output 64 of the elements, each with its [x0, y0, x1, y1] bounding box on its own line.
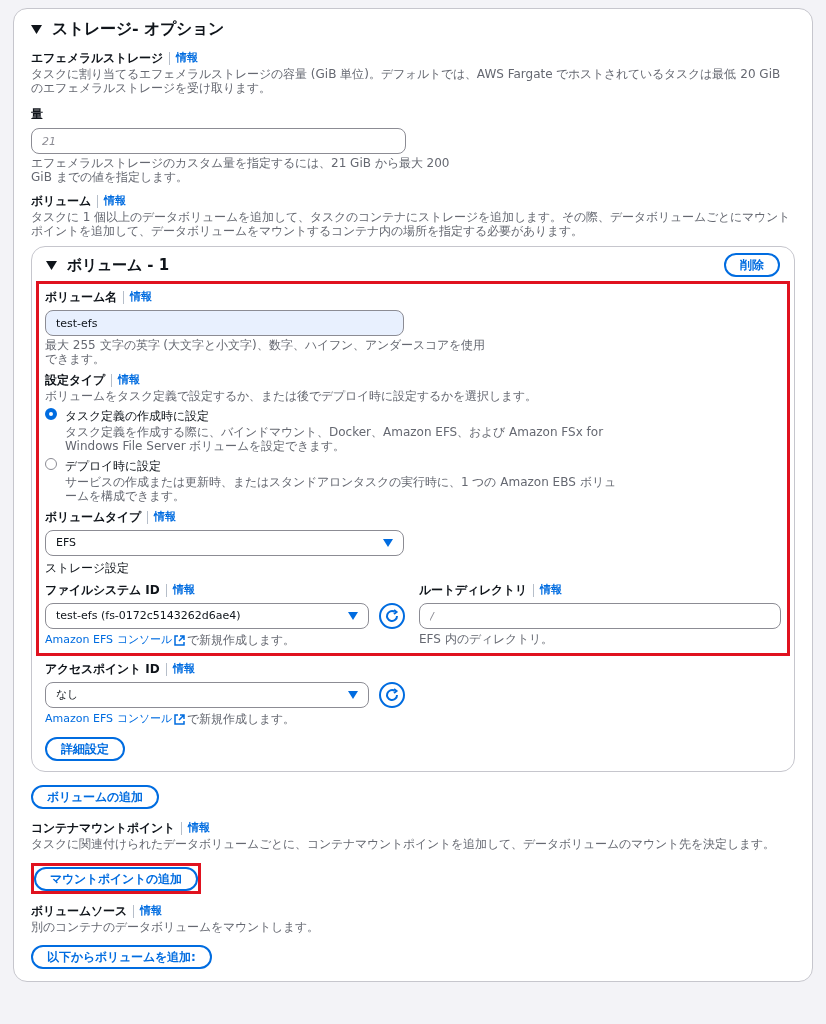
refresh-icon [385, 609, 399, 623]
field-label: ボリューム [31, 193, 91, 210]
dropdown-caret-icon [348, 691, 358, 699]
storage-heading: ストレージ設定 [45, 560, 130, 577]
info-link[interactable]: 情報 [172, 581, 195, 599]
caret-icon[interactable] [46, 260, 57, 270]
radio-button[interactable] [45, 458, 57, 470]
section-title: ストレージ- オプション [52, 18, 225, 40]
info-link[interactable]: 情報 [172, 660, 195, 678]
volume-name-input[interactable]: test-efs [45, 310, 404, 336]
root-directory-input[interactable]: / [419, 603, 781, 629]
select-dropdown[interactable]: EFS [45, 530, 404, 556]
info-link[interactable]: 情報 [188, 819, 210, 837]
radio-label: デプロイ時に設定 [65, 458, 162, 475]
radio-label: タスク定義の作成時に設定 [65, 408, 210, 425]
amount-input[interactable]: 21 [31, 128, 406, 154]
field-label: ボリュームタイプ [45, 509, 141, 526]
add-volume-button[interactable]: ボリュームの追加 [31, 785, 159, 809]
field-description: タスク定義を作成する際に、バインドマウント、Docker、Amazon EFS、および Amazon FSx for Windows File Server ボリュームを設定できます。 [65, 425, 605, 453]
remove-button[interactable]: 削除 [724, 253, 780, 277]
select-dropdown[interactable]: なし [45, 682, 369, 708]
dropdown-caret-icon [383, 539, 393, 547]
field-label: ファイルシステム ID [45, 582, 160, 599]
info-link[interactable]: 情報 [118, 371, 140, 389]
field-description: サービスの作成または更新時、またはスタンドアロンタスクの実行時に、1 つの Amazon EBS ボリュームを構成できます。 [65, 475, 617, 503]
dropdown-caret-icon [348, 612, 358, 620]
field-label: 量 [31, 107, 43, 121]
panel-title: ボリューム - 1 [67, 254, 170, 276]
field-label: エフェメラルストレージ [31, 50, 163, 67]
info-link[interactable]: 情報 [176, 49, 198, 67]
external-link-icon [173, 634, 185, 646]
info-link[interactable]: 情報 [540, 581, 562, 599]
field-label: 設定タイプ [45, 372, 105, 389]
field-description: タスクに割り当てるエフェメラルストレージの容量 (GiB 単位)。デフォルトでは、AWS Fargate でホストされているタスクは最低 20 GiB のエフェメラルストレージを受け取ります。 [31, 67, 782, 95]
select-dropdown[interactable]: test-efs (fs-0172c5143262d6ae4) [45, 603, 369, 629]
refresh-icon [385, 688, 399, 702]
field-description: エフェメラルストレージのカスタム量を指定するには、21 GiB から最大 200 GiB までの値を指定します。 [31, 156, 451, 184]
console-link[interactable]: Amazon EFS コンソール [45, 631, 172, 649]
link-suffix: で新規作成します。 [186, 711, 295, 728]
field-label: コンテナマウントポイント [31, 820, 175, 837]
info-link[interactable]: 情報 [154, 508, 176, 526]
advanced-settings-button[interactable]: 詳細設定 [45, 737, 125, 761]
info-link[interactable]: 情報 [130, 288, 152, 306]
field-description: EFS 内のディレクトリ。 [419, 632, 554, 646]
external-link-icon [173, 713, 185, 725]
field-label: ルートディレクトリ [419, 582, 527, 599]
console-link[interactable]: Amazon EFS コンソール [45, 710, 172, 728]
field-label: アクセスポイント ID [45, 661, 160, 678]
info-link[interactable]: 情報 [104, 192, 126, 210]
field-description: 最大 255 文字の英字 (大文字と小文字)、数字、ハイフン、アンダースコアを使用できます。 [45, 338, 485, 366]
info-link[interactable]: 情報 [140, 902, 162, 920]
refresh-button[interactable] [379, 682, 405, 708]
field-label: ボリュームソース [31, 903, 127, 920]
radio-button[interactable] [45, 408, 57, 420]
field-description: ボリュームをタスク定義で設定するか、または後でデプロイ時に設定するかを選択します。 [45, 389, 538, 403]
caret-icon[interactable] [31, 24, 42, 34]
field-description: タスクに 1 個以上のデータボリュームを追加して、タスクのコンテナにストレージを追加します。その際、データボリュームごとにマウントポイントを追加して、データボリュームをマウントするコンテナ内の場所を指定する必要があります。 [31, 210, 792, 238]
field-label: ボリューム名 [45, 289, 117, 306]
field-description: 別のコンテナのデータボリュームをマウントします。 [31, 920, 320, 934]
add-volume-from-button[interactable]: 以下からボリュームを追加: [31, 945, 212, 969]
refresh-button[interactable] [379, 603, 405, 629]
field-description: タスクに関連付けられたデータボリュームごとに、コンテナマウントポイントを追加して、データボリュームのマウント先を決定します。 [31, 837, 776, 851]
link-suffix: で新規作成します。 [186, 632, 295, 649]
add-mount-point-button[interactable]: マウントポイントの追加 [34, 867, 198, 891]
